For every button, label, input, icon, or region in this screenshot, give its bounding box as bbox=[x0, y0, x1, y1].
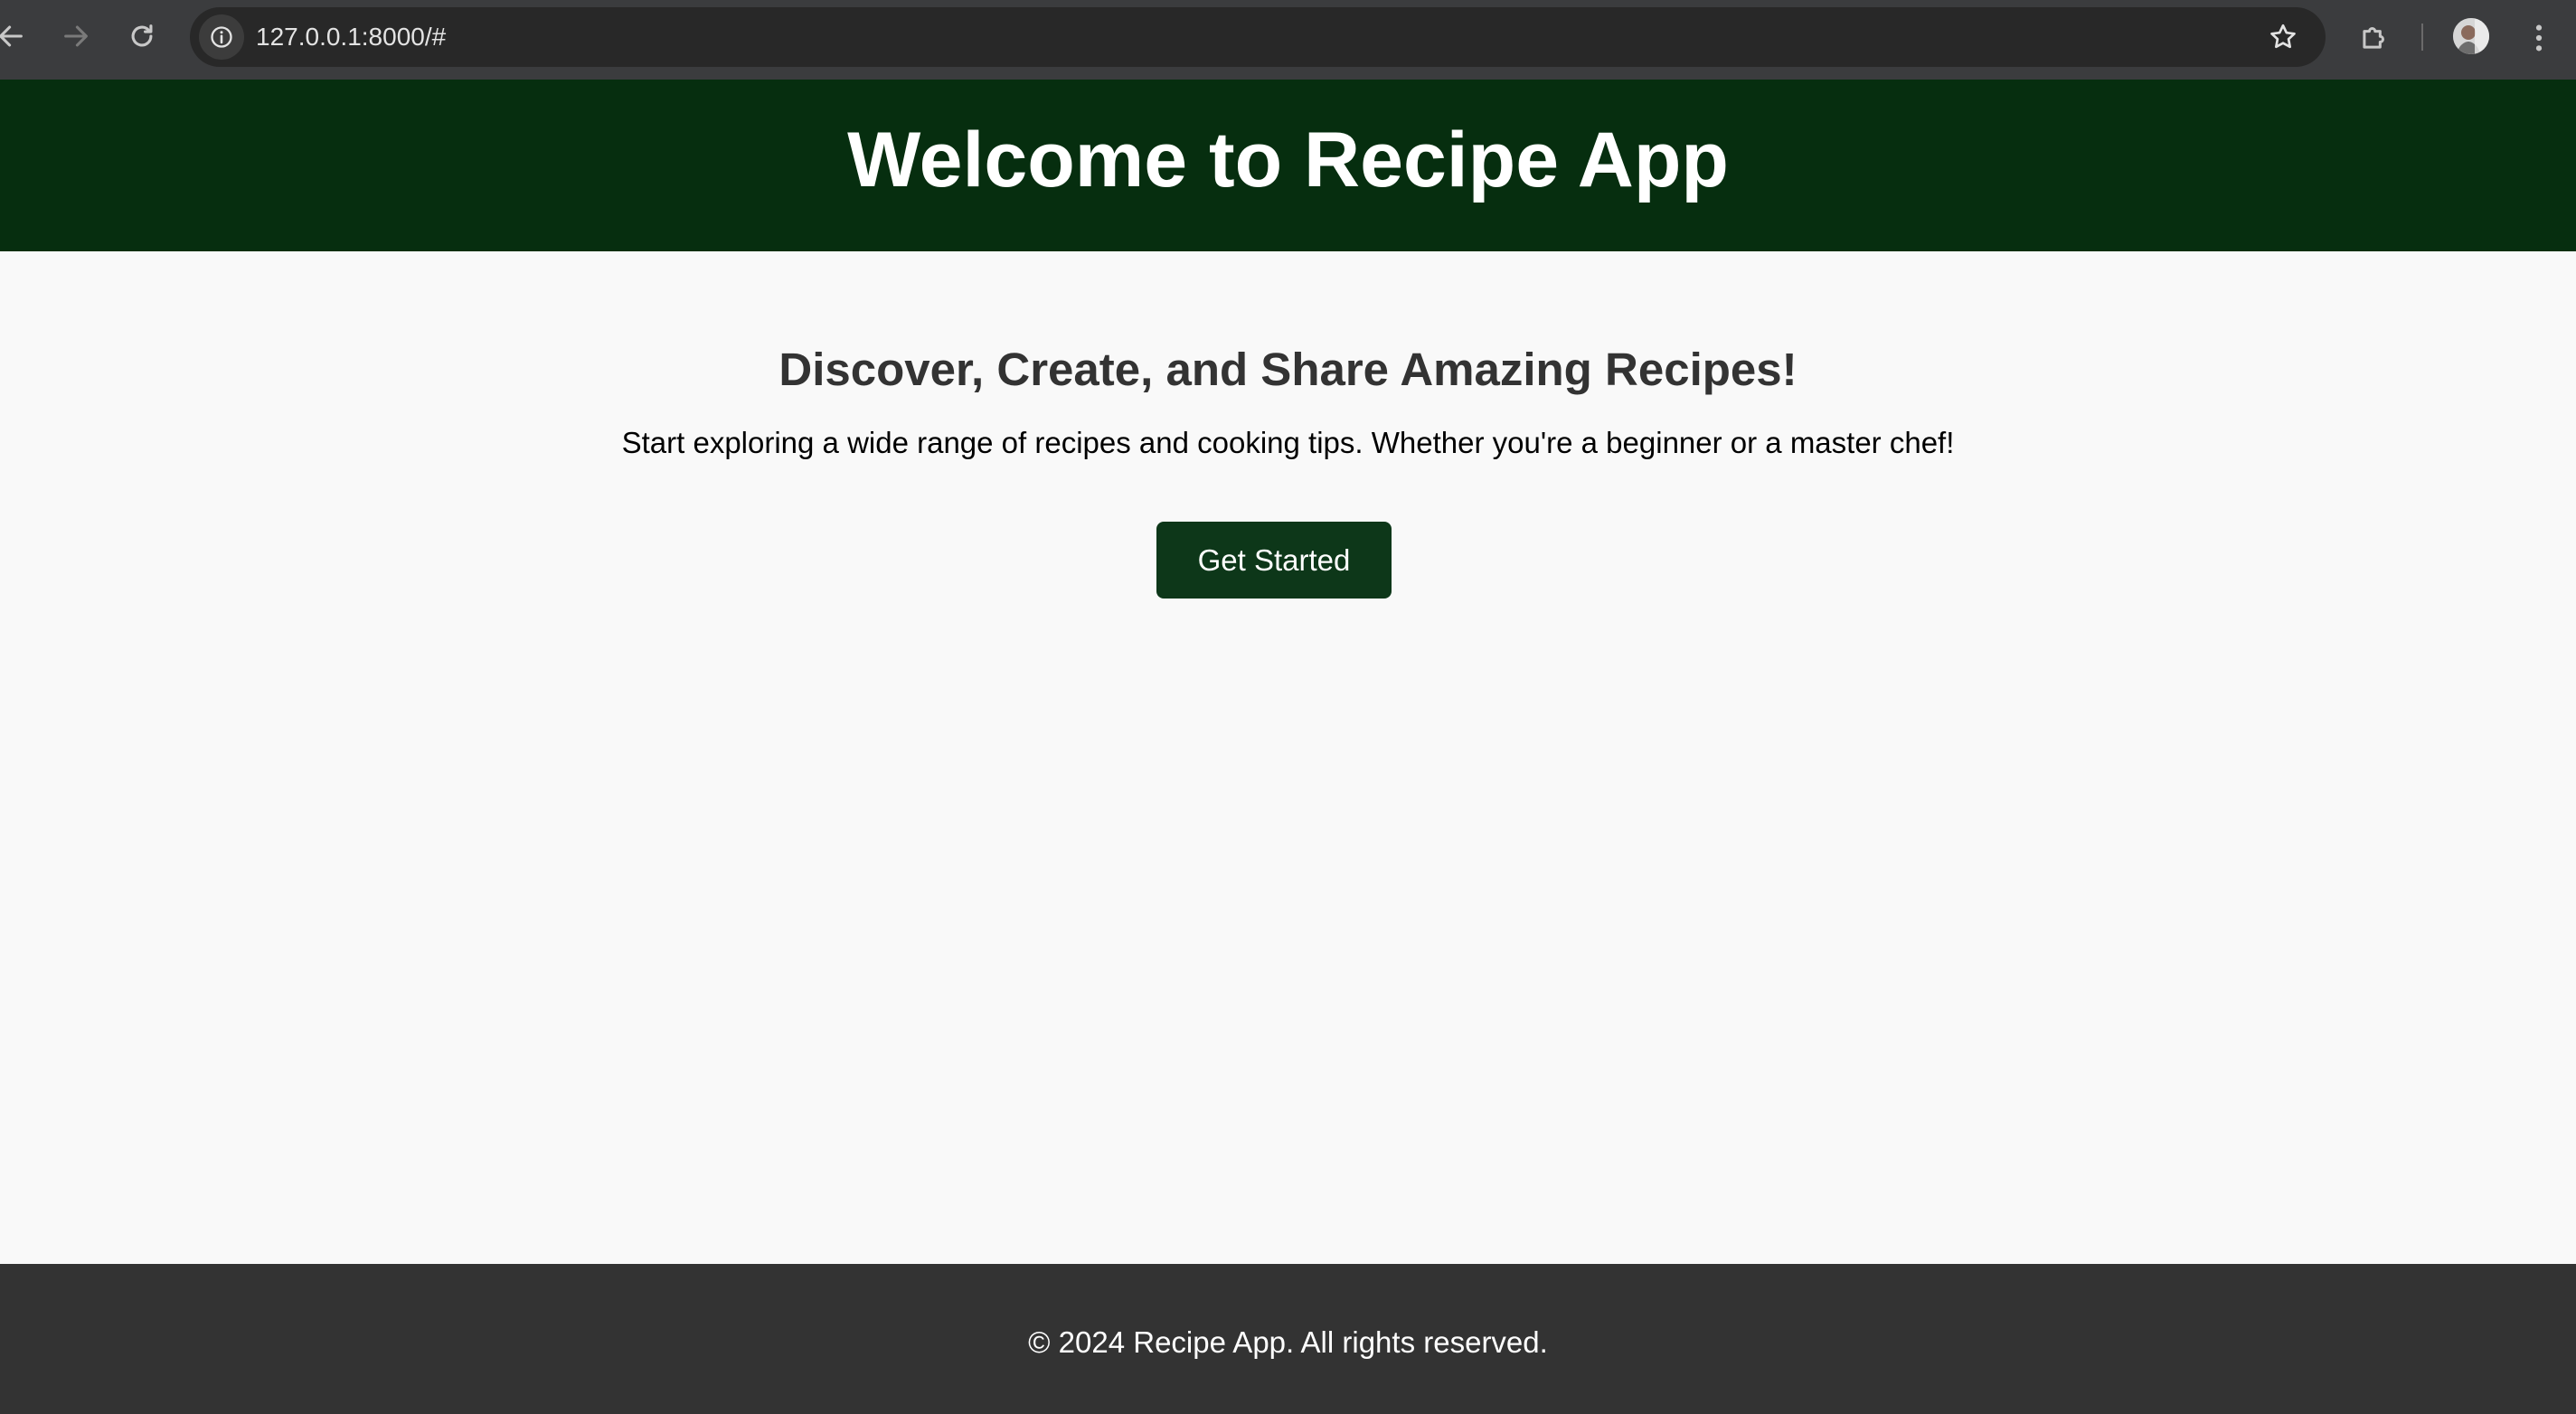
url-text[interactable]: 127.0.0.1:8000/# bbox=[256, 7, 446, 67]
site-info-button[interactable] bbox=[199, 14, 244, 60]
puzzle-icon bbox=[2363, 27, 2384, 49]
avatar-icon bbox=[2453, 18, 2489, 54]
toolbar-divider bbox=[2421, 24, 2423, 51]
address-bar[interactable]: 127.0.0.1:8000/# bbox=[190, 7, 2326, 67]
get-started-button[interactable]: Get Started bbox=[1156, 522, 1392, 599]
hero-description: Start exploring a wide range of recipes … bbox=[621, 426, 1955, 459]
site-footer: © 2024 Recipe App. All rights reserved. bbox=[0, 1264, 2576, 1414]
hero-heading: Discover, Create, and Share Amazing Reci… bbox=[778, 344, 1798, 395]
forward-button[interactable] bbox=[52, 13, 99, 60]
site-header: Welcome to Recipe App bbox=[0, 80, 2576, 251]
info-icon bbox=[211, 26, 232, 48]
bookmark-button[interactable] bbox=[2264, 18, 2302, 56]
reload-icon bbox=[131, 24, 153, 47]
page-title: Welcome to Recipe App bbox=[847, 117, 1729, 203]
browser-toolbar: 127.0.0.1:8000/# bbox=[0, 0, 2576, 80]
back-button[interactable] bbox=[0, 13, 34, 60]
arrow-right-icon bbox=[64, 25, 88, 47]
browser-menu-button[interactable] bbox=[2519, 14, 2559, 61]
footer-copyright: © 2024 Recipe App. All rights reserved. bbox=[1028, 1325, 1548, 1359]
profile-avatar[interactable] bbox=[2453, 18, 2489, 54]
extensions-button[interactable] bbox=[2351, 14, 2398, 61]
reload-button[interactable] bbox=[118, 13, 165, 60]
arrow-left-icon bbox=[0, 25, 23, 47]
hero-section: Discover, Create, and Share Amazing Reci… bbox=[0, 251, 2576, 1264]
star-icon bbox=[2270, 24, 2296, 49]
kebab-menu-icon bbox=[2535, 24, 2543, 52]
